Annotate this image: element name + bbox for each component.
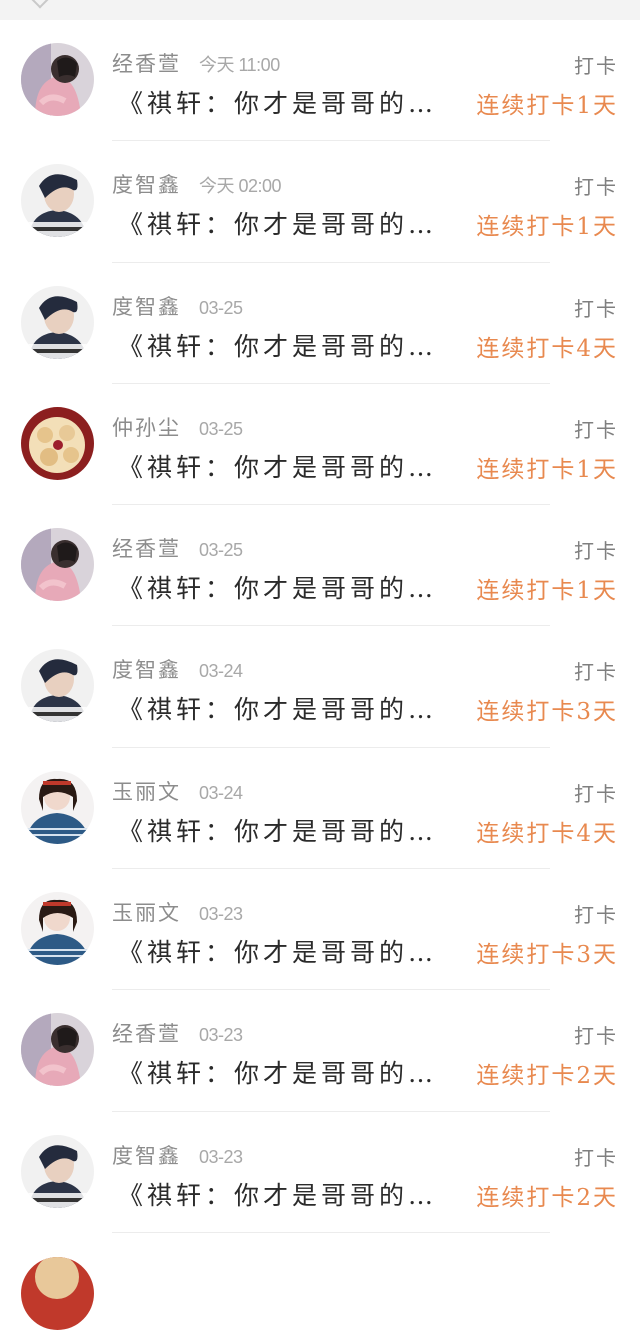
book-title[interactable]: 《祺轩：你才是哥哥的…: [118, 205, 463, 241]
author-name[interactable]: 玉丽文: [112, 776, 181, 806]
checkin-label: 打卡: [574, 175, 618, 200]
list-item[interactable]: 经香萱 03-23 《祺轩：你才是哥哥的… 打卡 连续打卡2天: [0, 990, 640, 1112]
avatar[interactable]: [21, 528, 94, 602]
book-title[interactable]: 《祺轩：你才是哥哥的…: [118, 327, 463, 363]
list-item[interactable]: 度智鑫 今天 02:00 《祺轩：你才是哥哥的… 打卡 连续打卡1天: [0, 141, 640, 263]
list-item-partial: [0, 1233, 640, 1330]
author-name[interactable]: 经香萱: [112, 1018, 181, 1048]
avatar[interactable]: [21, 1013, 94, 1087]
author-name[interactable]: 度智鑫: [112, 1140, 181, 1170]
avatar[interactable]: [21, 770, 94, 844]
checkin-label: 打卡: [574, 54, 618, 78]
checkin-list: 经香萱 今天 11:00 《祺轩：你才是哥哥的… 打卡 连续打卡1天 度智鑫 今…: [0, 20, 640, 1233]
checkin-label: 打卡: [574, 781, 618, 806]
list-item[interactable]: 度智鑫 03-25 《祺轩：你才是哥哥的… 打卡 连续打卡4天: [0, 263, 640, 384]
streak-label: 连续打卡3天: [476, 942, 618, 969]
streak-label: 连续打卡1天: [476, 578, 618, 605]
timestamp: 03-25: [199, 297, 243, 318]
avatar[interactable]: [21, 406, 94, 480]
list-item[interactable]: 仲孙尘 03-25 《祺轩：你才是哥哥的… 打卡 连续打卡1天: [0, 384, 640, 506]
author-name[interactable]: 仲孙尘: [112, 412, 181, 442]
item-meta: 经香萱 03-23: [112, 1018, 243, 1048]
streak-label: 连续打卡2天: [476, 1184, 618, 1211]
author-name[interactable]: 经香萱: [112, 533, 181, 563]
item-meta: 经香萱 今天 11:00: [112, 48, 280, 78]
avatar[interactable]: [21, 1134, 94, 1208]
timestamp: 03-24: [199, 782, 243, 803]
chevron-icon[interactable]: [31, 0, 49, 9]
streak-label: 连续打卡1天: [476, 214, 618, 241]
book-title[interactable]: 《祺轩：你才是哥哥的…: [118, 1176, 463, 1212]
book-title[interactable]: 《祺轩：你才是哥哥的…: [118, 690, 463, 726]
checkin-label: 打卡: [574, 1024, 618, 1049]
item-meta: 经香萱 03-25: [112, 533, 243, 563]
list-item[interactable]: 经香萱 今天 11:00 《祺轩：你才是哥哥的… 打卡 连续打卡1天: [0, 20, 640, 142]
list-item[interactable]: 玉丽文 03-24 《祺轩：你才是哥哥的… 打卡 连续打卡4天: [0, 748, 640, 870]
timestamp: 03-23: [199, 1025, 243, 1046]
streak-label: 连续打卡4天: [476, 820, 618, 847]
avatar[interactable]: [21, 43, 94, 116]
checkin-label: 打卡: [574, 417, 618, 442]
avatar[interactable]: [21, 1257, 94, 1330]
item-meta: 玉丽文 03-23: [112, 897, 243, 927]
timestamp: 今天 11:00: [199, 55, 280, 75]
book-title[interactable]: 《祺轩：你才是哥哥的…: [118, 1054, 463, 1090]
timestamp: 03-24: [199, 661, 243, 682]
author-name[interactable]: 度智鑫: [112, 291, 181, 321]
avatar[interactable]: [21, 164, 94, 238]
timestamp: 03-25: [199, 540, 243, 561]
timestamp: 03-23: [199, 904, 243, 925]
item-meta: 度智鑫 03-23: [112, 1140, 243, 1170]
list-item[interactable]: 度智鑫 03-24 《祺轩：你才是哥哥的… 打卡 连续打卡3天: [0, 626, 640, 748]
streak-label: 连续打卡1天: [476, 93, 618, 119]
timestamp: 03-23: [199, 1146, 243, 1167]
checkin-label: 打卡: [574, 660, 618, 685]
checkin-label: 打卡: [574, 1145, 618, 1170]
author-name[interactable]: 度智鑫: [112, 169, 181, 199]
book-title[interactable]: 《祺轩：你才是哥哥的…: [118, 84, 463, 120]
avatar[interactable]: [21, 285, 94, 359]
timestamp: 今天 02:00: [199, 176, 282, 197]
timestamp: 03-25: [199, 418, 243, 439]
streak-label: 连续打卡1天: [476, 456, 618, 483]
author-name[interactable]: 度智鑫: [112, 654, 181, 684]
item-meta: 仲孙尘 03-25: [112, 412, 243, 442]
book-title[interactable]: 《祺轩：你才是哥哥的…: [118, 812, 463, 848]
item-meta: 度智鑫 03-25: [112, 291, 243, 321]
book-title[interactable]: 《祺轩：你才是哥哥的…: [118, 569, 463, 605]
checkin-label: 打卡: [574, 296, 618, 321]
streak-label: 连续打卡3天: [476, 699, 618, 726]
avatar[interactable]: [21, 649, 94, 723]
author-name[interactable]: 经香萱: [112, 48, 181, 78]
checkin-label: 打卡: [574, 903, 618, 928]
top-strip: [0, 0, 640, 20]
item-meta: 度智鑫 今天 02:00: [112, 169, 282, 199]
checkin-label: 打卡: [574, 539, 618, 564]
author-name[interactable]: 玉丽文: [112, 897, 181, 927]
list-item[interactable]: 度智鑫 03-23 《祺轩：你才是哥哥的… 打卡 连续打卡2天: [0, 1112, 640, 1233]
list-item[interactable]: 玉丽文 03-23 《祺轩：你才是哥哥的… 打卡 连续打卡3天: [0, 869, 640, 991]
book-title[interactable]: 《祺轩：你才是哥哥的…: [118, 448, 463, 484]
list-item[interactable]: 经香萱 03-25 《祺轩：你才是哥哥的… 打卡 连续打卡1天: [0, 505, 640, 627]
streak-label: 连续打卡4天: [476, 335, 618, 362]
streak-label: 连续打卡2天: [476, 1063, 618, 1090]
avatar[interactable]: [21, 892, 94, 966]
book-title[interactable]: 《祺轩：你才是哥哥的…: [118, 933, 463, 969]
item-meta: 玉丽文 03-24: [112, 776, 243, 806]
item-meta: 度智鑫 03-24: [112, 654, 243, 684]
